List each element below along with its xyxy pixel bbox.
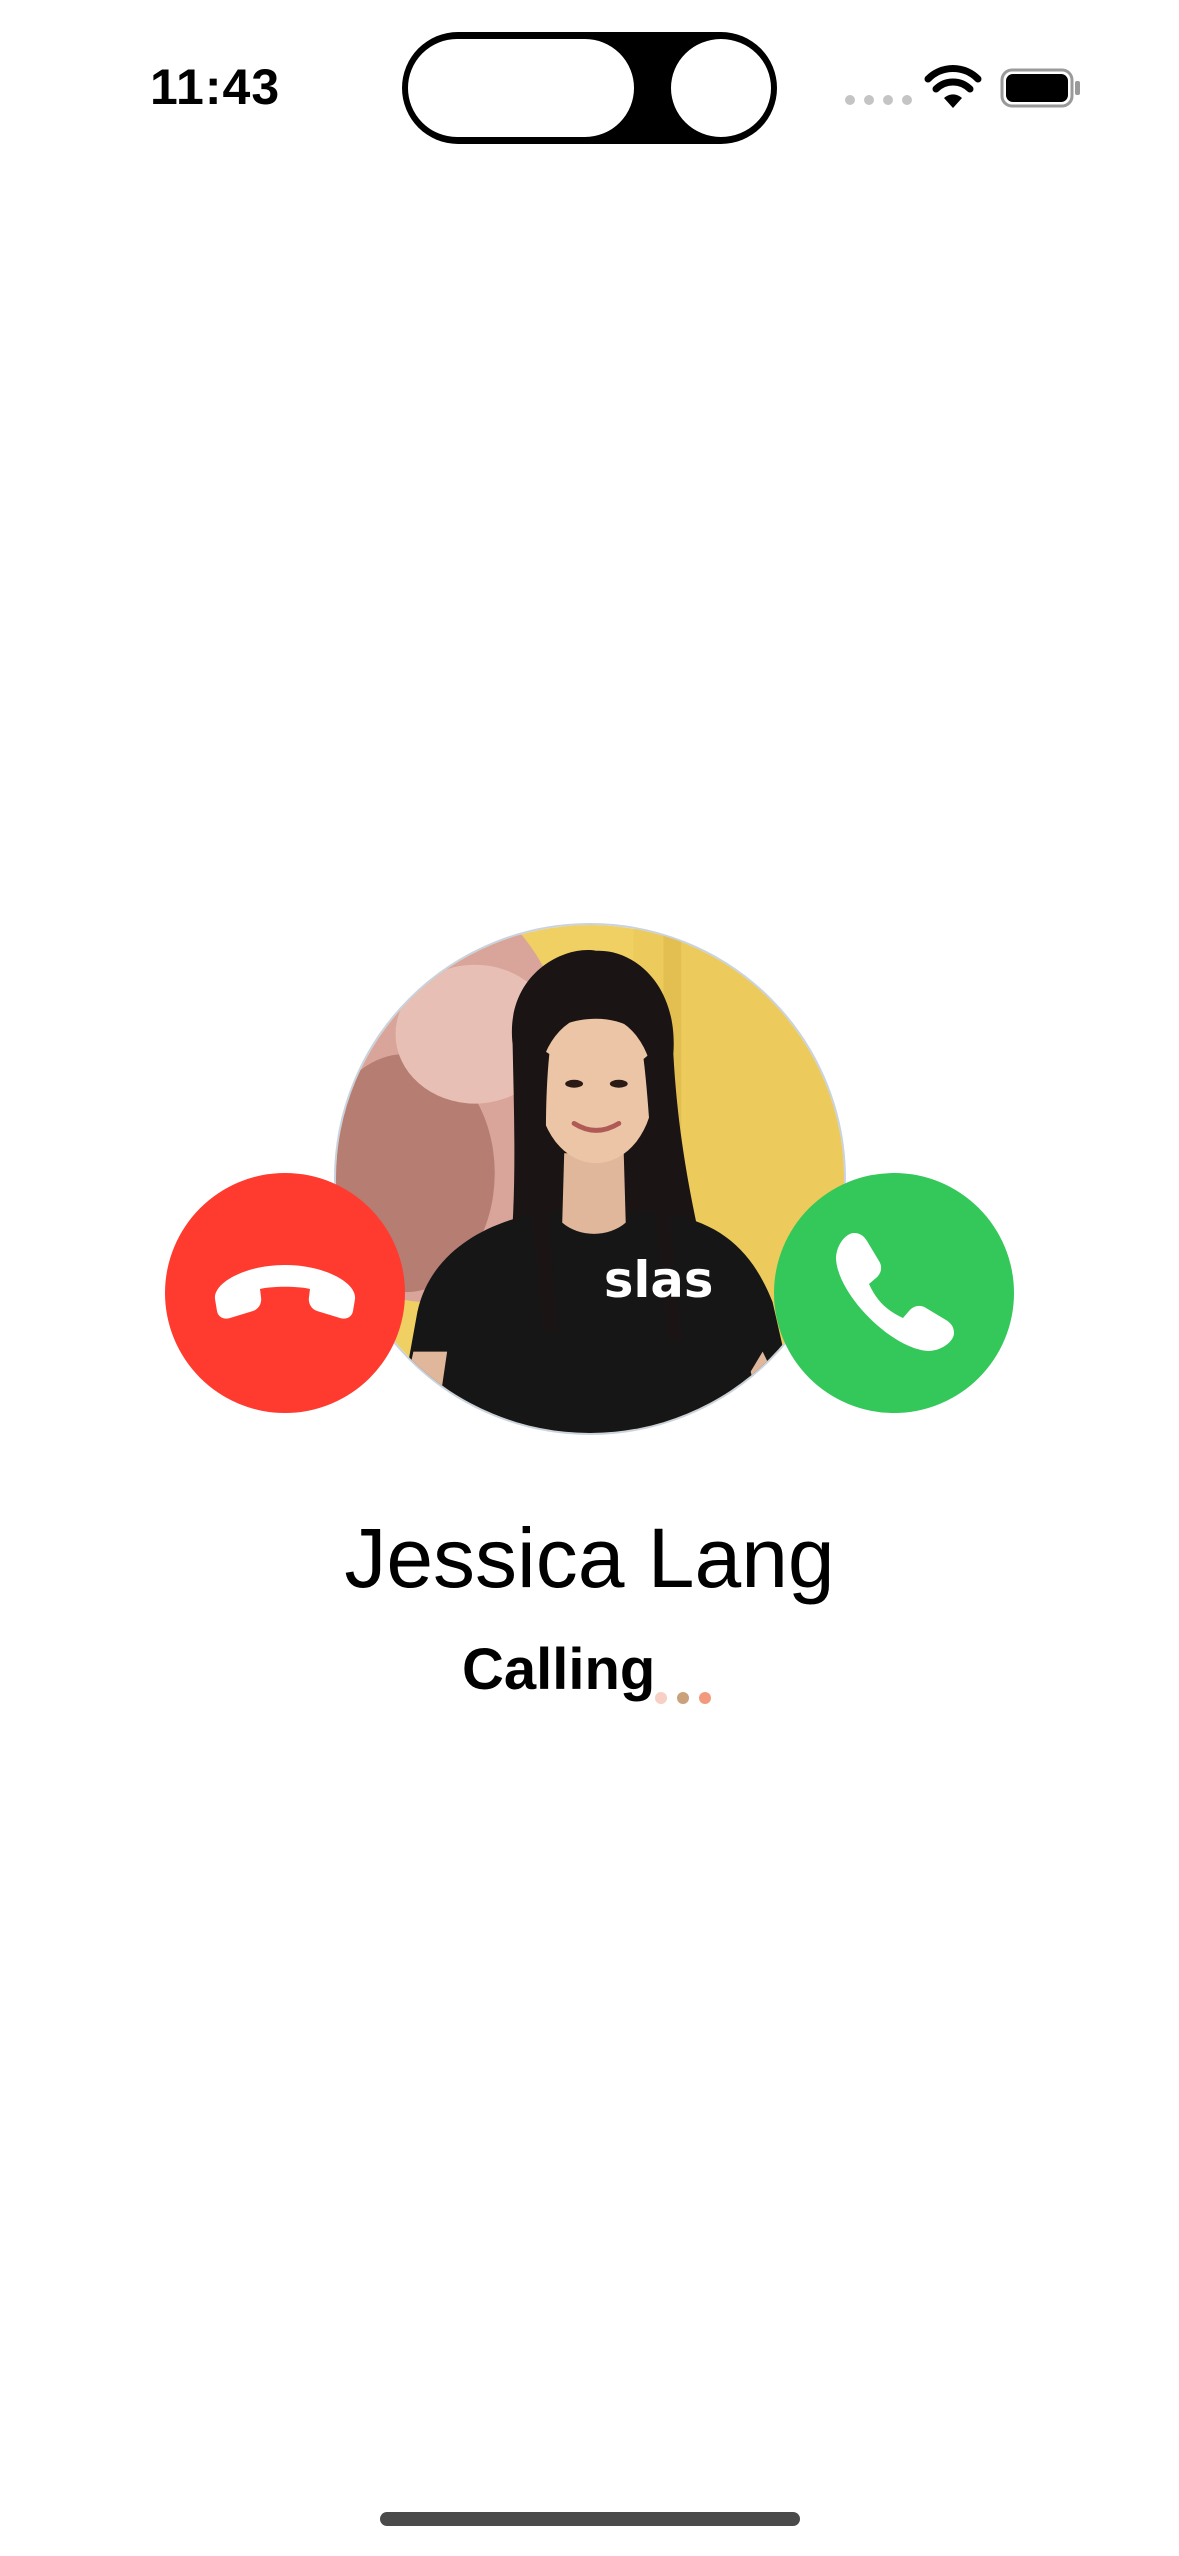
- status-time: 11:43: [150, 59, 281, 115]
- calling-dot: [699, 1692, 711, 1704]
- home-indicator[interactable]: [380, 2512, 800, 2526]
- call-status: Calling: [462, 1637, 656, 1702]
- wifi-icon: [924, 65, 982, 108]
- shirt-text: slas: [604, 1251, 714, 1309]
- decline-call-button[interactable]: [165, 1173, 405, 1413]
- phone-icon: [836, 1233, 954, 1351]
- phone-down-icon: [214, 1265, 356, 1319]
- accept-call-button[interactable]: [774, 1173, 1014, 1413]
- caller-avatar: slas: [334, 923, 846, 1435]
- call-screen: 11:43 slas Jessica Lang Calling: [0, 0, 1179, 2556]
- cellular-signal-icon: [845, 95, 912, 105]
- caller-name: Jessica Lang: [344, 1511, 835, 1605]
- calling-dot: [655, 1692, 667, 1704]
- calling-dot: [677, 1692, 689, 1704]
- calling-dots-indicator: [655, 1692, 711, 1704]
- dynamic-island-dot: [668, 36, 774, 140]
- battery-icon: [1000, 68, 1080, 108]
- dynamic-island-pill: [405, 36, 637, 140]
